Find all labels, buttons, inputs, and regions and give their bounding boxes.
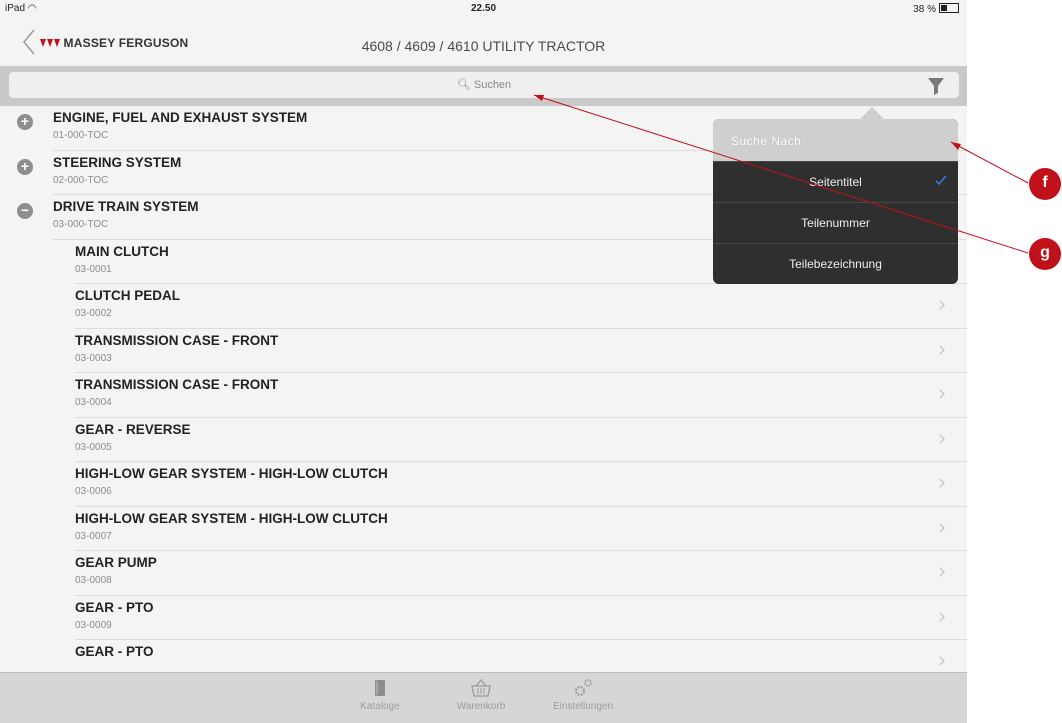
item-code: 01-000-TOC (53, 130, 109, 141)
list-item[interactable]: GEAR - PTO 03-0009 (0, 596, 967, 640)
list-item[interactable]: HIGH-LOW GEAR SYSTEM - HIGH-LOW CLUTCH 03… (0, 462, 967, 507)
item-title: GEAR PUMP (75, 555, 157, 570)
book-icon (375, 680, 385, 696)
search-placeholder: Suchen (473, 79, 512, 91)
list-item[interactable]: GEAR PUMP 03-0008 (0, 551, 967, 596)
list-item[interactable]: TRANSMISSION CASE - FRONT 03-0004 (0, 373, 967, 418)
list-item[interactable]: GEAR - REVERSE 03-0005 (0, 418, 967, 462)
chevron-right-icon (939, 434, 945, 443)
page-title: 4608 / 4609 / 4610 UTILITY TRACTOR (361, 38, 606, 54)
tab-label: Einstellungen (552, 701, 614, 712)
item-title: STEERING SYSTEM (53, 154, 182, 170)
item-title: ENGINE, FUEL AND EXHAUST SYSTEM (53, 110, 308, 125)
ipad-screen: iPad ◠ 22.50 38 % MASSEY FERGUSON 4608 /… (0, 0, 967, 723)
chevron-right-icon (939, 523, 945, 532)
item-title: TRANSMISSION CASE - FRONT (75, 377, 279, 392)
item-title: CLUTCH PEDAL (75, 288, 180, 303)
checkmark-icon (935, 175, 947, 186)
gears-icon (575, 679, 592, 696)
list-item[interactable]: CLUTCH PEDAL 03-0002 (0, 284, 967, 329)
item-code: 03-0001 (75, 263, 112, 275)
tab-label: Kataloge (360, 701, 400, 712)
item-code: 03-000-TOC (53, 219, 109, 230)
item-code: 03-0008 (75, 575, 112, 586)
item-title: GEAR - REVERSE (75, 421, 191, 437)
item-code: 03-0007 (75, 530, 112, 542)
search-input[interactable]: 🔍︎ Suchen (9, 72, 959, 98)
search-scope-popover: Suche Nach: Seitentitel Teilenummer Teil… (713, 119, 958, 284)
collapse-icon[interactable]: − (17, 203, 33, 219)
chevron-right-icon (939, 567, 945, 577)
item-code: 03-0002 (75, 308, 112, 319)
list-item[interactable]: GEAR - PTO (0, 640, 967, 672)
popover-arrow (860, 107, 884, 119)
scope-option-teilebezeichnung[interactable]: Teilebezeichnung (713, 243, 958, 284)
tab-kataloge[interactable]: Kataloge (335, 678, 425, 712)
item-code: 03-0009 (75, 619, 112, 631)
item-title: HIGH-LOW GEAR SYSTEM - HIGH-LOW CLUTCH (75, 466, 388, 481)
battery-indicator: 38 % (913, 3, 959, 15)
search-icon: 🔍︎ (456, 79, 471, 91)
nav-bar: MASSEY FERGUSON 4608 / 4609 / 4610 UTILI… (0, 20, 967, 66)
list-item[interactable]: HIGH-LOW GEAR SYSTEM - HIGH-LOW CLUTCH 03… (0, 507, 967, 551)
chevron-right-icon (939, 345, 945, 354)
clock: 22.50 (470, 3, 497, 14)
item-code: 03-0004 (75, 397, 112, 408)
filter-icon[interactable] (927, 76, 945, 96)
popover-header: Suche Nach: (713, 119, 958, 161)
chevron-right-icon (939, 656, 945, 666)
basket-icon (471, 678, 491, 697)
search-bar: 🔍︎ Suchen (0, 66, 967, 106)
expand-icon[interactable]: + (17, 158, 33, 175)
item-code: 03-0006 (75, 486, 112, 497)
expand-icon[interactable]: + (17, 114, 33, 130)
chevron-right-icon (939, 389, 945, 399)
item-title: GEAR - PTO (75, 644, 154, 659)
item-title: MAIN CLUTCH (75, 243, 169, 259)
callout-f: f (1029, 168, 1061, 200)
chevron-right-icon (939, 478, 945, 488)
scope-option-seitentitel[interactable]: Seitentitel (713, 161, 958, 202)
item-title: GEAR - PTO (75, 599, 154, 615)
item-title: HIGH-LOW GEAR SYSTEM - HIGH-LOW CLUTCH (75, 510, 388, 526)
tab-warenkorb[interactable]: Warenkorb (436, 678, 526, 712)
item-code: 03-0003 (75, 352, 112, 364)
callout-g: g (1029, 238, 1061, 270)
tab-einstellungen[interactable]: Einstellungen (538, 678, 628, 712)
item-title: DRIVE TRAIN SYSTEM (53, 199, 199, 214)
scope-option-teilenummer[interactable]: Teilenummer (713, 202, 958, 243)
tab-bar: Kataloge Warenkorb Einstellungen (0, 672, 967, 723)
item-code: 03-0005 (75, 441, 112, 453)
battery-icon (939, 3, 959, 13)
tab-label: Warenkorb (456, 701, 506, 712)
item-title: TRANSMISSION CASE - FRONT (75, 332, 279, 348)
item-code: 02-000-TOC (53, 174, 109, 186)
chevron-right-icon (939, 612, 945, 621)
status-bar: iPad ◠ 22.50 38 % (0, 0, 967, 20)
list-item[interactable]: TRANSMISSION CASE - FRONT 03-0003 (0, 329, 967, 373)
chevron-right-icon (939, 300, 945, 310)
